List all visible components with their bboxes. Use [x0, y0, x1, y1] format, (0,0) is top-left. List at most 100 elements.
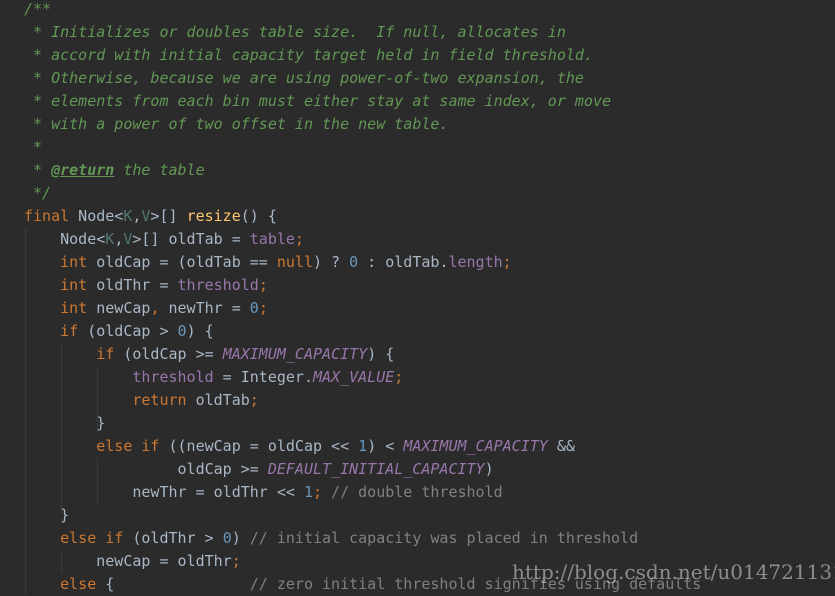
code-line[interactable]: newThr = oldThr << 1; // double threshol… — [24, 481, 701, 504]
code-line[interactable]: final Node<K,V>[] resize() { — [24, 205, 701, 228]
code-token: newThr = oldThr << — [24, 483, 304, 501]
code-token: 1 — [358, 437, 368, 455]
code-token: newThr = — [159, 299, 250, 317]
code-token: 0 — [249, 299, 259, 317]
code-line[interactable]: int oldCap = (oldTab == null) ? 0 : oldT… — [24, 251, 701, 274]
code-line[interactable]: else if ((newCap = oldCap << 1) < MAXIMU… — [24, 435, 701, 458]
code-token: && — [547, 437, 575, 455]
code-token: >[] — [150, 207, 187, 225]
code-token: } — [24, 414, 106, 432]
code-line[interactable]: /** — [24, 0, 701, 21]
code-token: ; — [258, 299, 268, 317]
code-token: ) < — [367, 437, 404, 455]
code-token: * with a power of two offset in the new … — [24, 115, 449, 133]
code-token: MAXIMUM_CAPACITY — [403, 437, 548, 455]
code-line[interactable]: return oldTab; — [24, 389, 701, 412]
code-token: * — [24, 161, 52, 179]
code-token: oldThr = — [87, 276, 178, 294]
code-line[interactable]: } — [24, 504, 701, 527]
code-line[interactable]: Node<K,V>[] oldTab = table; — [24, 228, 701, 251]
code-token: oldTab — [186, 391, 250, 409]
code-token: resize — [186, 207, 241, 225]
code-token: : oldTab. — [358, 253, 449, 271]
code-token: () { — [240, 207, 277, 225]
code-token: ; — [394, 368, 404, 386]
code-token: ) { — [367, 345, 395, 363]
code-line[interactable]: * Otherwise, because we are using power-… — [24, 67, 701, 90]
code-line[interactable]: * Initializes or doubles table size. If … — [24, 21, 701, 44]
code-token: , — [114, 230, 124, 248]
code-line[interactable]: int oldThr = threshold; — [24, 274, 701, 297]
code-line[interactable]: int newCap, newThr = 0; — [24, 297, 701, 320]
watermark: http://blog.csdn.net/u014721131 — [512, 560, 835, 584]
code-token: null — [276, 253, 313, 271]
code-token: threshold — [132, 368, 214, 386]
code-line[interactable]: if (oldCap > 0) { — [24, 320, 701, 343]
code-token: final — [24, 207, 70, 225]
code-line[interactable]: * elements from each bin must either sta… — [24, 90, 701, 113]
code-token: int — [60, 276, 88, 294]
code-token: * — [24, 138, 43, 156]
code-token: if — [96, 345, 115, 363]
code-token: (oldCap >= — [114, 345, 223, 363]
code-token: ; — [231, 552, 241, 570]
code-line[interactable]: oldCap >= DEFAULT_INITIAL_CAPACITY) — [24, 458, 701, 481]
code-token: else if — [96, 437, 160, 455]
code-line[interactable]: } — [24, 412, 701, 435]
code-token: if — [60, 322, 79, 340]
code-token: * accord with initial capacity target he… — [24, 46, 593, 64]
code-token: return — [132, 391, 187, 409]
code-line[interactable]: * @return the table — [24, 159, 701, 182]
code-token: 1 — [303, 483, 313, 501]
code-token: ; — [249, 391, 259, 409]
code-token: /** — [24, 0, 52, 18]
code-token: K — [105, 230, 115, 248]
code-token: else — [60, 575, 97, 593]
code-token: length — [448, 253, 503, 271]
code-token: newCap — [87, 299, 151, 317]
code-token: 0 — [222, 529, 232, 547]
code-line[interactable]: * with a power of two offset in the new … — [24, 113, 701, 136]
code-token: ) — [231, 529, 250, 547]
code-token: ; — [294, 230, 304, 248]
code-token: oldCap = (oldTab == — [87, 253, 277, 271]
code-token: = Integer. — [213, 368, 313, 386]
code-token: MAXIMUM_CAPACITY — [222, 345, 368, 363]
code-token: newCap = oldThr — [24, 552, 232, 570]
code-token: DEFAULT_INITIAL_CAPACITY — [267, 460, 485, 478]
code-token: threshold — [177, 276, 259, 294]
code-token: * Otherwise, because we are using power-… — [24, 69, 584, 87]
code-token: ; — [313, 483, 323, 501]
code-editor[interactable]: /** * Initializes or doubles table size.… — [24, 0, 701, 596]
code-token: ; — [502, 253, 512, 271]
code-token: ((newCap = oldCap << — [159, 437, 359, 455]
code-token: (oldThr > — [123, 529, 223, 547]
code-token: 0 — [177, 322, 187, 340]
code-token: // double threshold — [322, 483, 503, 501]
code-token: } — [24, 506, 70, 524]
code-line[interactable]: */ — [24, 182, 701, 205]
code-token: oldCap >= — [24, 460, 268, 478]
code-token: MAX_VALUE — [313, 368, 395, 386]
code-line[interactable]: threshold = Integer.MAX_VALUE; — [24, 366, 701, 389]
code-line[interactable]: * — [24, 136, 701, 159]
code-line[interactable]: else if (oldThr > 0) // initial capacity… — [24, 527, 701, 550]
code-token: int — [60, 299, 88, 317]
code-token: */ — [24, 184, 52, 202]
code-token: ) { — [186, 322, 214, 340]
code-token: Node< — [24, 230, 106, 248]
code-line[interactable]: * accord with initial capacity target he… — [24, 44, 701, 67]
code-token: Node< — [69, 207, 124, 225]
code-token: ) — [484, 460, 494, 478]
code-line[interactable]: if (oldCap >= MAXIMUM_CAPACITY) { — [24, 343, 701, 366]
code-token: the table — [114, 161, 205, 179]
